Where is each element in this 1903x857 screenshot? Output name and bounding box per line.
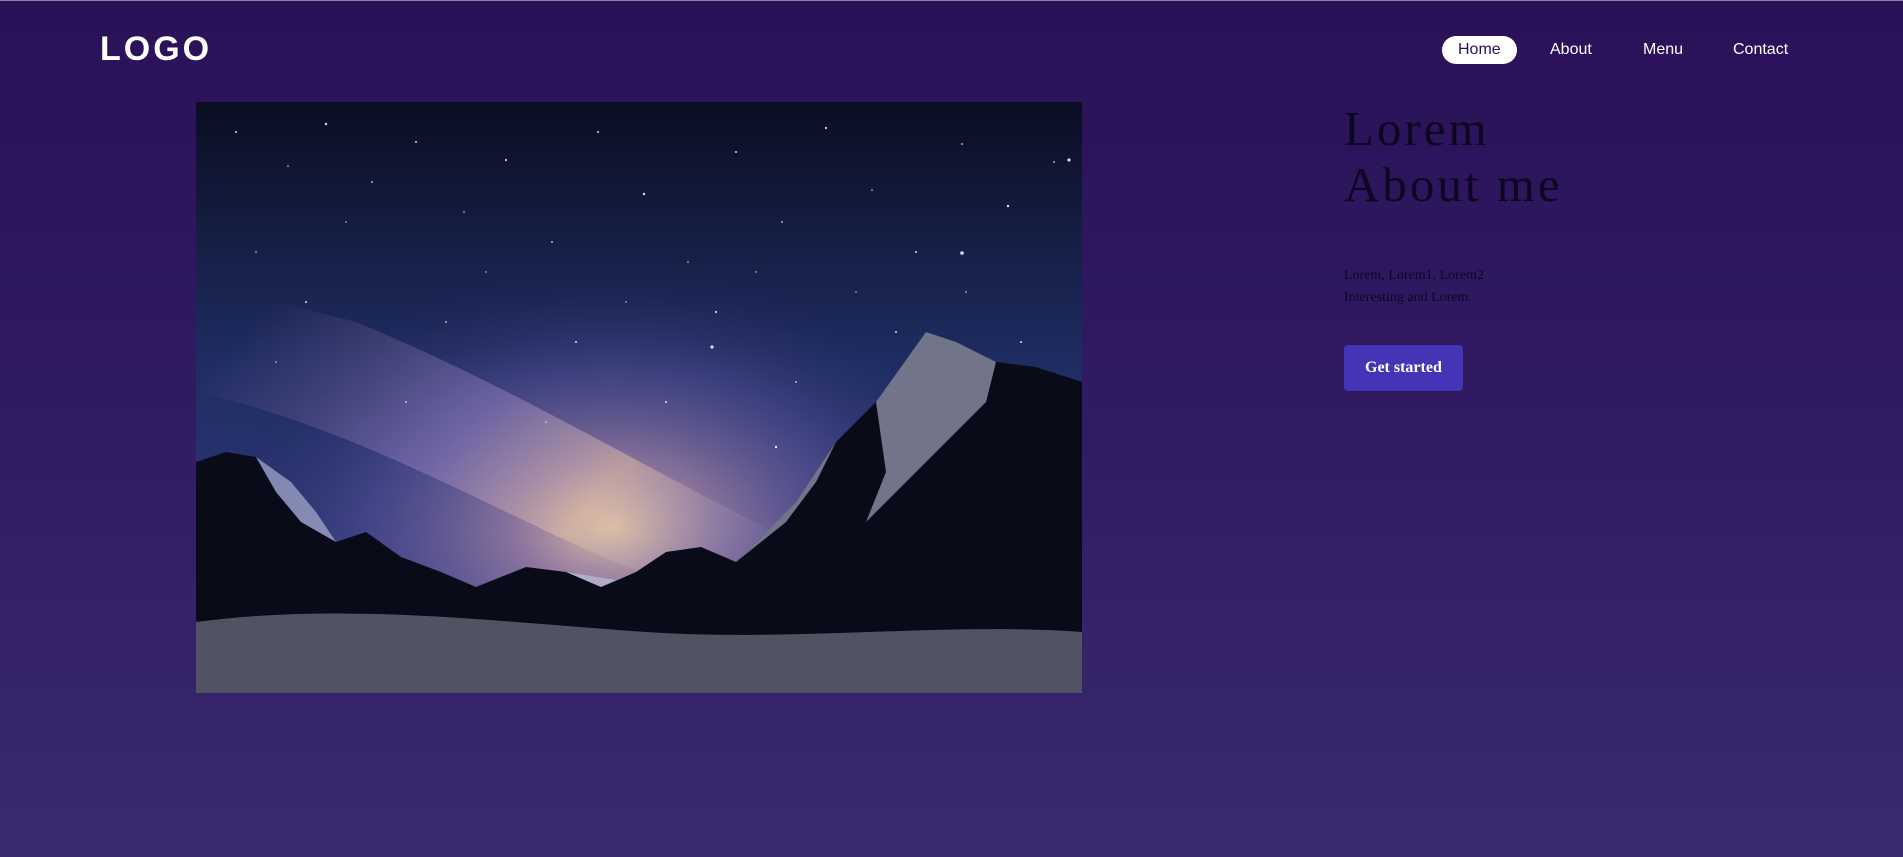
hero-title-line-2: About me	[1344, 157, 1563, 212]
main-nav: Home About Menu Contact	[0, 36, 1903, 66]
get-started-button[interactable]: Get started	[1344, 345, 1463, 391]
nav-contact-link[interactable]: Contact	[1733, 36, 1788, 64]
nav-home-link[interactable]: Home	[1442, 36, 1517, 64]
nav-about-link[interactable]: About	[1550, 36, 1592, 64]
hero-description-line-1: Lorem, Lorem1, Lorem2	[1344, 268, 1484, 283]
nav-menu-link[interactable]: Menu	[1643, 36, 1683, 64]
hero-title-line-1: Lorem	[1344, 101, 1490, 156]
hero-description-line-2: Interesting and Lorem.	[1344, 290, 1472, 305]
hero-text-block: Lorem About me Lorem, Lorem1, Lorem2 Int…	[1344, 101, 1824, 391]
hero-title: Lorem About me	[1344, 101, 1824, 213]
hero-description: Lorem, Lorem1, Lorem2 Interesting and Lo…	[1344, 265, 1824, 309]
hero-image-night-sky-mountains	[196, 102, 1082, 693]
